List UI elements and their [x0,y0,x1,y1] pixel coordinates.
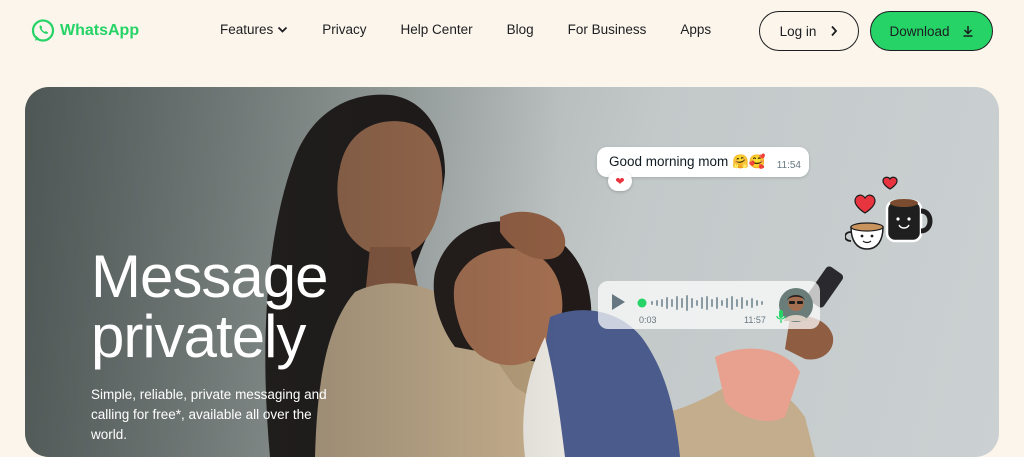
login-label: Log in [779,23,817,39]
site-header: WhatsApp Features Privacy Help Center Bl… [0,0,1024,72]
coffee-mugs-sticker [845,176,933,250]
chat-message-time: 11:54 [776,160,801,171]
nav-item-privacy[interactable]: Privacy [322,22,366,37]
nav-item-label: Features [220,22,274,37]
voice-message-bubble: 0:03 11:57 [598,281,820,329]
login-button[interactable]: Log in [759,11,859,51]
chat-message-emoji: 🤗🥰 [732,154,766,169]
play-icon [612,294,625,310]
chat-message-text: Good morning mom 🤗🥰 [609,154,766,170]
hero-title-line2: privately [91,303,306,370]
hero-banner: Message privately Simple, reliable, priv… [25,87,999,457]
nav-item-for-business[interactable]: For Business [568,22,647,37]
download-label: Download [889,23,950,39]
chevron-down-icon [278,26,288,33]
nav-item-label: Help Center [400,22,473,37]
voice-time: 11:57 [744,315,766,325]
heart-reaction: ❤ [608,171,632,191]
voice-duration: 0:03 [639,315,657,325]
nav-item-apps[interactable]: Apps [680,22,711,37]
chat-message-bubble: Good morning mom 🤗🥰 11:54 [597,147,809,177]
chat-message-body: Good morning mom [609,154,729,169]
voice-waveform [637,295,763,311]
download-button[interactable]: Download [870,11,993,51]
download-icon [963,26,973,37]
mic-icon [776,310,786,323]
whatsapp-logo[interactable]: WhatsApp [30,18,139,44]
nav-item-label: Privacy [322,22,367,37]
heart-icon: ❤ [615,175,625,188]
nav-item-blog[interactable]: Blog [507,22,534,37]
nav-item-help-center[interactable]: Help Center [401,22,473,37]
hero-title-line1: Message [91,243,328,310]
nav-item-label: Blog [506,22,534,37]
hero-title: Message privately [91,247,328,370]
main-nav: Features Privacy Help Center Blog For Bu… [220,22,745,37]
whatsapp-logo-icon [31,19,55,42]
nav-item-label: Apps [680,22,712,37]
hero-subtitle: Simple, reliable, private messaging and … [91,387,327,442]
brand-name: WhatsApp [60,22,140,39]
nav-item-features[interactable]: Features [220,22,288,37]
nav-item-label: For Business [567,22,647,37]
chevron-right-icon [831,25,838,37]
